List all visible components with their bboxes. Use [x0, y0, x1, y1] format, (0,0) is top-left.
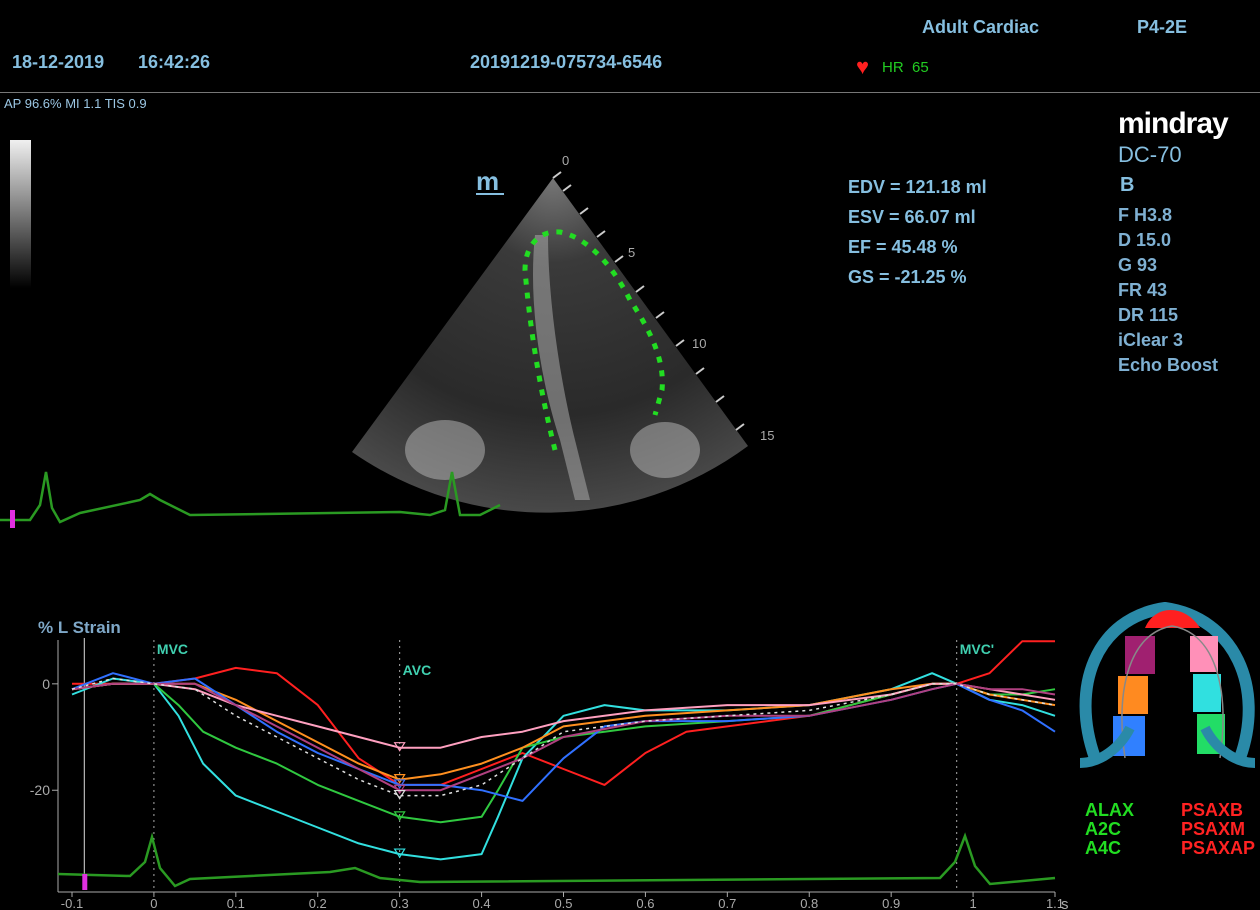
annulus-echo-right [630, 422, 700, 478]
strain-series-line [71, 672, 1056, 861]
segment-lateral-apical [1190, 636, 1218, 672]
legend-psaxm: PSAXM [1181, 819, 1246, 839]
x-tick-label: 0.9 [882, 896, 900, 910]
strain-series-line [71, 682, 1056, 824]
ecg-cursor-top [10, 510, 15, 528]
event-label: MVC' [960, 641, 994, 657]
ultrasound-view: 0 5 10 15 m [0, 153, 774, 528]
y-tick-label: 0 [42, 676, 50, 692]
x-tick-label: 0.2 [309, 896, 327, 910]
strain-chart: % L Strain 0 -20 -0.1 0 0.1 0.2 0.3 0.4 0.5 0.6 0.7… [30, 618, 1069, 910]
legend-psaxap: PSAXAP [1181, 838, 1256, 858]
x-tick-label: 0.8 [800, 896, 818, 910]
depth-label-5: 5 [628, 245, 635, 260]
x-tick-label: -0.1 [61, 896, 83, 910]
x-axis-label: s [1061, 896, 1069, 910]
x-tick-label: 0.4 [473, 896, 491, 910]
x-tick-label: 1 [969, 896, 976, 910]
annulus-echo-left [405, 420, 485, 480]
x-tick-label: 0.6 [636, 896, 654, 910]
y-axis-label: % L Strain [38, 618, 121, 637]
strain-series-line [72, 640, 1055, 786]
segment-model [1079, 601, 1256, 768]
segment-mid-lateral [1193, 674, 1221, 712]
depth-label-0: 0 [562, 153, 569, 168]
ecg-cursor-bottom [82, 874, 88, 890]
legend-right: PSAXB PSAXM PSAXAP [1181, 801, 1260, 858]
x-tick-label: 0 [150, 896, 157, 910]
x-tick-label: 0.7 [718, 896, 736, 910]
legend-a4c: A4C [1085, 838, 1122, 858]
probe-marker: m [476, 166, 499, 196]
event-label: AVC [403, 662, 432, 678]
y-tick-label: -20 [30, 782, 50, 798]
legend-psaxb: PSAXB [1181, 801, 1244, 820]
x-tick-label: 0.5 [554, 896, 572, 910]
depth-label-10: 10 [692, 336, 706, 351]
event-label: MVC [157, 641, 188, 657]
depth-label-15: 15 [760, 428, 774, 443]
x-tick-label: 0.3 [391, 896, 409, 910]
ecg-trace-bottom [57, 832, 1056, 888]
legend-alax: ALAX [1085, 800, 1134, 820]
legend-left: ALAX A2C A4C [1085, 801, 1134, 858]
x-tick-label: 0.1 [227, 896, 245, 910]
legend-a2c: A2C [1085, 819, 1122, 839]
